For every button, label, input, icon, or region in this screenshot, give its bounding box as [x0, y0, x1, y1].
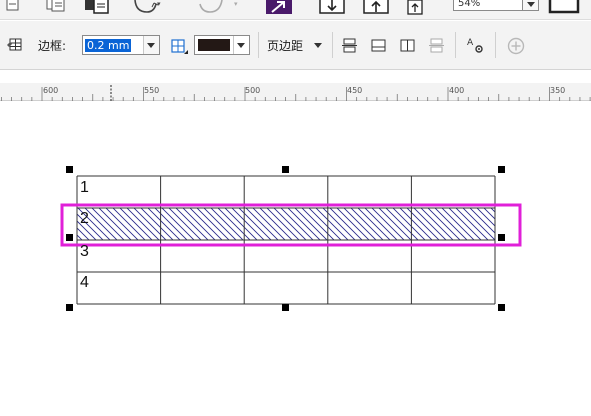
zoom-level-value: 54%: [458, 0, 481, 9]
border-width-input[interactable]: 0.2 mm: [82, 35, 160, 55]
page-margins-button[interactable]: 页边距: [267, 37, 303, 54]
open-icon[interactable]: [46, 0, 66, 12]
svg-text:A: A: [467, 38, 474, 48]
horizontal-ruler[interactable]: 600 550 500 450 400 350: [0, 83, 591, 101]
full-screen-icon[interactable]: [548, 0, 582, 16]
import-icon[interactable]: [318, 0, 348, 16]
row-3-label: 3: [80, 243, 89, 260]
zoom-level-field[interactable]: 54%: [453, 0, 523, 11]
separator: [332, 32, 333, 58]
row-1-label: 1: [80, 179, 89, 196]
new-document-icon[interactable]: [6, 0, 20, 12]
separator: [495, 32, 496, 58]
border-width-dropdown-icon[interactable]: [143, 36, 159, 54]
row-4-label: 4: [80, 274, 89, 291]
align-middle-icon[interactable]: [370, 37, 388, 55]
selection-handle-top-left[interactable]: [66, 166, 73, 173]
selection-handle-top-right[interactable]: [498, 166, 505, 173]
selection-handle-middle-left[interactable]: [66, 234, 73, 241]
drawing-canvas[interactable]: 1 2 3 4: [0, 102, 591, 416]
border-select-icon[interactable]: [170, 38, 190, 56]
border-color-picker[interactable]: [194, 35, 250, 55]
zoom-dropdown-icon[interactable]: [523, 0, 539, 11]
margins-dropdown-icon[interactable]: [314, 43, 322, 48]
selection-handle-bottom-right[interactable]: [498, 304, 505, 311]
align-top-icon[interactable]: [341, 37, 359, 55]
ruler-label: 350: [550, 86, 566, 95]
ruler-label: 400: [449, 86, 465, 95]
app-window: ▾ ▾ 54% 边框: 0.2 mm 页边距 A 600 550 500 450…: [0, 0, 591, 416]
selection-handle-top-center[interactable]: [282, 166, 289, 173]
table-options-icon[interactable]: [6, 37, 24, 53]
add-icon[interactable]: [506, 36, 526, 56]
ruler-label: 550: [144, 86, 160, 95]
separator: [455, 32, 456, 58]
save-icon[interactable]: [84, 0, 110, 14]
border-color-swatch: [198, 39, 230, 51]
undo-icon[interactable]: ▾: [132, 0, 162, 16]
search-icon[interactable]: [264, 0, 294, 16]
ruler-label: 600: [43, 86, 59, 95]
ruler-label: 450: [347, 86, 363, 95]
selected-row-fill: [77, 208, 495, 240]
merge-cells-icon[interactable]: [428, 37, 446, 55]
border-label: 边框:: [38, 39, 67, 53]
selection-handle-middle-right[interactable]: [498, 234, 505, 241]
align-center-icon[interactable]: [399, 37, 417, 55]
svg-text:▾: ▾: [234, 0, 238, 8]
publish-icon[interactable]: [406, 0, 426, 16]
ruler-label: 500: [245, 86, 261, 95]
separator: [258, 32, 259, 58]
border-color-dropdown-icon[interactable]: [233, 36, 249, 54]
text-format-icon[interactable]: A: [465, 36, 485, 56]
selection-handle-bottom-left[interactable]: [66, 304, 73, 311]
border-width-value: 0.2 mm: [85, 39, 132, 52]
row-2-label: 2: [80, 210, 89, 227]
svg-text:▾: ▾: [157, 0, 161, 8]
standard-toolbar: ▾ ▾ 54%: [0, 0, 591, 20]
ruler-ticks: [0, 85, 591, 101]
selection-handle-bottom-center[interactable]: [282, 304, 289, 311]
export-icon[interactable]: [362, 0, 392, 16]
redo-icon[interactable]: ▾: [196, 0, 240, 16]
property-bar: 边框: 0.2 mm 页边距 A: [0, 21, 591, 70]
